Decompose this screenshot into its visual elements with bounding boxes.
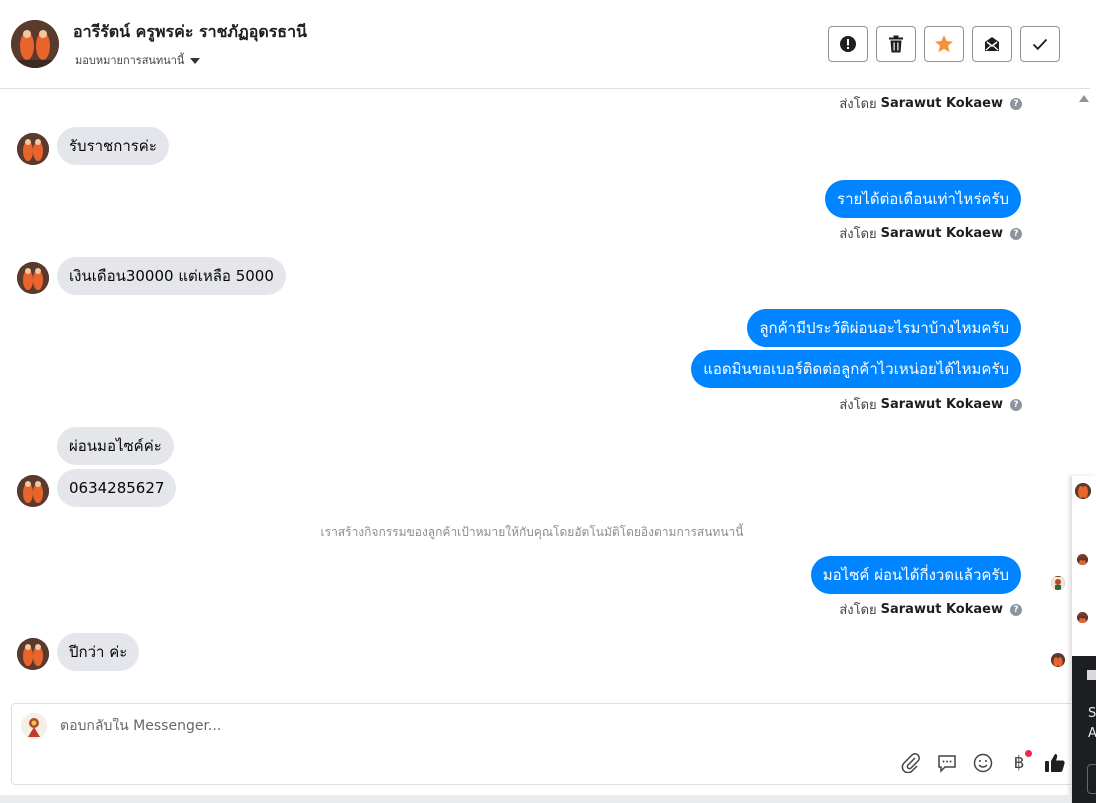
saved-reply-icon[interactable] [936,752,958,774]
toast-icon [1087,670,1096,680]
sent-by-label: ส่งโดย Sarawut Kokaew ? [839,223,1022,244]
scroll-up-arrow[interactable] [1079,95,1089,102]
panel-avatar [1077,612,1088,623]
bottom-strip [0,795,1071,803]
notification-dot [1025,750,1032,757]
exclamation-circle-icon [840,36,856,52]
emoji-icon[interactable] [972,752,994,774]
outgoing-message[interactable]: ลูกค้ามีประวัติผ่อนอะไรมาบ้างไหมครับ [747,309,1021,347]
side-panel: S A [1071,476,1096,803]
panel-avatar [1075,483,1091,499]
attachment-icon[interactable] [900,752,922,774]
help-icon[interactable]: ? [1010,603,1022,616]
delete-button[interactable] [876,26,916,62]
contact-name: อารีรัตน์ ครูพรค่ะ ราชภัฏอุดรธานี [73,22,307,41]
outgoing-message[interactable]: รายได้ต่อเดือนเท่าไหร่ครับ [825,180,1021,218]
checkmark-icon [1032,38,1048,51]
outgoing-message[interactable]: มอไซค์ ผ่อนได้กี่งวดแล้วครับ [810,556,1021,594]
star-icon [935,35,953,53]
panel-avatar [1077,554,1088,565]
toast-button[interactable] [1087,764,1096,794]
assign-conversation-dropdown[interactable]: มอบหมายการสนทนานี้ [75,51,201,69]
message-thread: ส่งโดย Sarawut Kokaew ? รับราชการค่ะ ราย… [0,89,1070,701]
help-icon[interactable]: ? [1010,97,1022,110]
reply-input[interactable] [60,718,860,734]
seen-avatar [1051,576,1065,590]
reply-composer: ฿ [11,703,1081,785]
side-toast: S A [1072,656,1096,803]
sender-avatar[interactable] [17,638,49,670]
sent-by-label: ส่งโดย Sarawut Kokaew ? [839,599,1022,620]
assign-label: มอบหมายการสนทนานี้ [75,54,185,67]
incoming-message[interactable]: ปีกว่า ค่ะ [57,633,140,671]
outgoing-message[interactable]: แอดมินขอเบอร์ติดต่อลูกค้าไวเหน่อยได้ไหมค… [691,350,1021,388]
star-button[interactable] [924,26,964,62]
envelope-icon [985,37,999,51]
incoming-message[interactable]: 0634285627 [57,469,177,507]
read-receipt-avatar [1051,653,1065,667]
report-spam-button[interactable] [828,26,868,62]
sent-by-label: ส่งโดย Sarawut Kokaew ? [839,93,1022,114]
sender-avatar[interactable] [17,262,49,294]
incoming-message[interactable]: รับราชการค่ะ [57,127,169,165]
composer-tools: ฿ [900,750,1066,774]
baht-payment-icon[interactable]: ฿ [1008,750,1032,774]
incoming-message[interactable]: เงินเดือน30000 แต่เหลือ 5000 [57,257,286,295]
toast-text: S [1088,706,1096,721]
trash-icon [889,35,903,53]
system-note: เราสร้างกิจกรรมของลูกค้าเป้าหมายให้กับคุ… [320,525,744,539]
header-actions [828,26,1060,62]
sender-avatar[interactable] [17,133,49,165]
help-icon[interactable]: ? [1010,227,1022,240]
sender-avatar[interactable] [17,475,49,507]
mark-done-button[interactable] [1020,26,1060,62]
toast-text: A [1088,726,1096,741]
help-icon[interactable]: ? [1010,398,1022,411]
conversation-header: อารีรัตน์ ครูพรค่ะ ราชภัฏอุดรธานี มอบหมา… [0,0,1090,89]
incoming-message[interactable]: ผ่อนมอไซค์ค่ะ [57,427,174,465]
caret-down-icon [190,57,201,64]
page-avatar [21,713,47,739]
sent-by-label: ส่งโดย Sarawut Kokaew ? [839,394,1022,415]
thumbs-up-icon[interactable] [1044,752,1066,774]
contact-avatar[interactable] [11,20,59,68]
mark-unread-button[interactable] [972,26,1012,62]
